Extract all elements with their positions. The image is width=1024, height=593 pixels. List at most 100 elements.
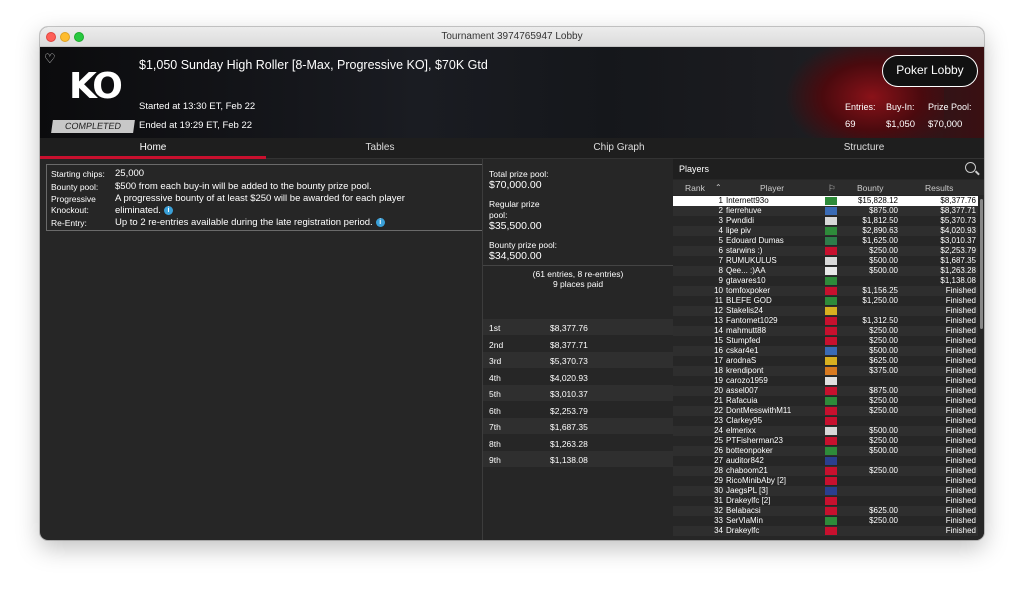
player-row[interactable]: 21 Rafacuia $250.00 Finished bbox=[673, 396, 978, 406]
player-row[interactable]: 29 RicoMinibAby [2] Finished bbox=[673, 476, 978, 486]
player-row[interactable]: 33 SerVlaMin $250.00 Finished bbox=[673, 516, 978, 526]
country-flag-icon bbox=[825, 447, 837, 455]
title-bar: Tournament 3974765947 Lobby bbox=[40, 27, 984, 47]
tab-structure[interactable]: Structure bbox=[744, 138, 984, 159]
player-row[interactable]: 8 Qee... :)AA $500.00 $1,263.28 bbox=[673, 266, 978, 276]
player-bounty: $250.00 bbox=[869, 406, 898, 415]
col-results[interactable]: Results bbox=[925, 183, 953, 193]
player-row[interactable]: 15 Stumpfed $250.00 Finished bbox=[673, 336, 978, 346]
player-row[interactable]: 24 elmerixx $500.00 Finished bbox=[673, 426, 978, 436]
col-rank[interactable]: Rank bbox=[685, 183, 705, 193]
player-row[interactable]: 31 Drakeylfc [2] Finished bbox=[673, 496, 978, 506]
bounty-prize-label: Bounty prize pool: bbox=[489, 240, 558, 250]
country-flag-icon bbox=[825, 257, 837, 265]
player-result: Finished bbox=[945, 386, 976, 395]
reentry-text: Up to 2 re-entries available during the … bbox=[115, 217, 373, 228]
tab-home[interactable]: Home bbox=[40, 138, 266, 159]
tournament-info-box: Starting chips: 25,000 Bounty pool: $500… bbox=[46, 164, 507, 231]
player-row[interactable]: 18 krendipont $375.00 Finished bbox=[673, 366, 978, 376]
places-paid-note: 9 places paid bbox=[552, 279, 604, 289]
tab-bar: Home Tables Chip Graph Structure bbox=[40, 138, 984, 159]
player-name: Fantomet1029 bbox=[726, 316, 778, 325]
player-rank: 27 bbox=[714, 456, 723, 465]
payout-place: 6th bbox=[489, 405, 501, 416]
payout-row: 1st $8,377.76 bbox=[483, 319, 673, 335]
player-row[interactable]: 14 mahmutt88 $250.00 Finished bbox=[673, 326, 978, 336]
player-row[interactable]: 28 chaboom21 $250.00 Finished bbox=[673, 466, 978, 476]
tournament-name: $1,050 Sunday High Roller [8-Max, Progre… bbox=[139, 58, 488, 72]
player-row[interactable]: 1 Internett93o $15,828.12 $8,377.76 bbox=[673, 196, 978, 206]
search-icon[interactable] bbox=[965, 162, 976, 173]
player-row[interactable]: 17 arodnaS $625.00 Finished bbox=[673, 356, 978, 366]
player-row[interactable]: 9 gtavares10 $1,138.08 bbox=[673, 276, 978, 286]
player-rank: 10 bbox=[714, 286, 723, 295]
player-row[interactable]: 12 Stakelis24 Finished bbox=[673, 306, 978, 316]
player-row[interactable]: 2 fierrehuve $875.00 $8,377.71 bbox=[673, 206, 978, 216]
player-bounty: $1,250.00 bbox=[862, 296, 898, 305]
window-title: Tournament 3974765947 Lobby bbox=[441, 31, 583, 42]
entries-label: Entries: bbox=[845, 102, 876, 112]
player-row[interactable]: 4 lipe piv $2,890.63 $4,020.93 bbox=[673, 226, 978, 236]
col-player[interactable]: Player bbox=[760, 183, 784, 193]
starting-chips-label: Starting chips: bbox=[51, 169, 105, 179]
player-row[interactable]: 13 Fantomet1029 $1,312.50 Finished bbox=[673, 316, 978, 326]
player-name: Qee... :)AA bbox=[726, 266, 766, 275]
player-row[interactable]: 26 botteonpoker $500.00 Finished bbox=[673, 446, 978, 456]
flag-column-icon[interactable]: ⚐ bbox=[828, 183, 836, 194]
player-row[interactable]: 32 Belabacsi $625.00 Finished bbox=[673, 506, 978, 516]
regular-prize-value: $35,500.00 bbox=[489, 220, 542, 232]
player-bounty: $500.00 bbox=[869, 266, 898, 275]
player-name: DontMesswithM11 bbox=[726, 406, 792, 415]
player-rank: 2 bbox=[718, 206, 723, 215]
player-row[interactable]: 16 cskar4e1 $500.00 Finished bbox=[673, 346, 978, 356]
player-row[interactable]: 34 Drakeylfc Finished bbox=[673, 526, 978, 536]
player-row[interactable]: 20 assel007 $875.00 Finished bbox=[673, 386, 978, 396]
tab-tables[interactable]: Tables bbox=[266, 138, 494, 159]
bounty-prize-value: $34,500.00 bbox=[489, 250, 542, 262]
player-row[interactable]: 30 JaegsPL [3] Finished bbox=[673, 486, 978, 496]
country-flag-icon bbox=[825, 517, 837, 525]
payout-amount: $3,010.37 bbox=[550, 389, 588, 399]
player-row[interactable]: 6 starwins :) $250.00 $2,253.79 bbox=[673, 246, 978, 256]
reentry-value: Up to 2 re-entries available during the … bbox=[115, 217, 385, 228]
reentry-info-icon[interactable]: i bbox=[375, 217, 385, 227]
payout-amount: $1,263.28 bbox=[550, 438, 588, 449]
player-row[interactable]: 7 RUMUKULUS $500.00 $1,687.35 bbox=[673, 256, 978, 266]
player-row[interactable]: 27 auditor842 Finished bbox=[673, 456, 978, 466]
sort-ascending-icon[interactable]: ⌃ bbox=[715, 183, 722, 192]
player-row[interactable]: 5 Edouard Dumas $1,625.00 $3,010.37 bbox=[673, 236, 978, 246]
player-bounty: $1,156.25 bbox=[862, 286, 898, 295]
player-row[interactable]: 3 Pwndidi $1,812.50 $5,370.73 bbox=[673, 216, 978, 226]
tab-chip-graph[interactable]: Chip Graph bbox=[494, 138, 744, 159]
player-row[interactable]: 25 PTFisherman23 $250.00 Finished bbox=[673, 436, 978, 446]
player-result: $3,010.37 bbox=[940, 236, 976, 245]
country-flag-icon bbox=[825, 367, 837, 375]
player-row[interactable]: 10 tomfoxpoker $1,156.25 Finished bbox=[673, 286, 978, 296]
player-name: assel007 bbox=[726, 386, 759, 395]
player-name: Drakeylfc bbox=[726, 526, 760, 535]
player-rank: 19 bbox=[714, 376, 723, 385]
favorite-heart-icon[interactable]: ♡ bbox=[44, 51, 56, 67]
player-bounty: $875.00 bbox=[869, 386, 898, 395]
country-flag-icon bbox=[825, 467, 837, 475]
player-row[interactable]: 19 carozo1959 Finished bbox=[673, 376, 978, 386]
payout-row: 7th $1,687.35 bbox=[483, 418, 673, 434]
status-badge: COMPLETED bbox=[51, 120, 135, 133]
player-row[interactable]: 11 BLEFE GOD $1,250.00 Finished bbox=[673, 296, 978, 306]
player-row[interactable]: 23 Clarkey95 Finished bbox=[673, 416, 978, 426]
poker-lobby-button[interactable]: Poker Lobby bbox=[882, 55, 978, 87]
player-bounty: $250.00 bbox=[869, 396, 898, 405]
payout-amount: $1,138.08 bbox=[550, 455, 588, 465]
regular-prize-label-2: pool: bbox=[489, 210, 508, 220]
player-result: Finished bbox=[945, 446, 976, 455]
payout-row: 3rd $5,370.73 bbox=[483, 352, 673, 368]
payout-amount: $8,377.71 bbox=[550, 339, 588, 350]
pko-info-icon[interactable]: i bbox=[163, 205, 173, 215]
player-row[interactable]: 22 DontMesswithM11 $250.00 Finished bbox=[673, 406, 978, 416]
players-scrollbar[interactable] bbox=[980, 199, 983, 329]
player-name: Stakelis24 bbox=[726, 306, 763, 315]
player-bounty: $1,312.50 bbox=[862, 316, 898, 325]
player-rank: 24 bbox=[714, 426, 723, 435]
country-flag-icon bbox=[825, 207, 837, 215]
col-bounty[interactable]: Bounty bbox=[857, 183, 883, 193]
